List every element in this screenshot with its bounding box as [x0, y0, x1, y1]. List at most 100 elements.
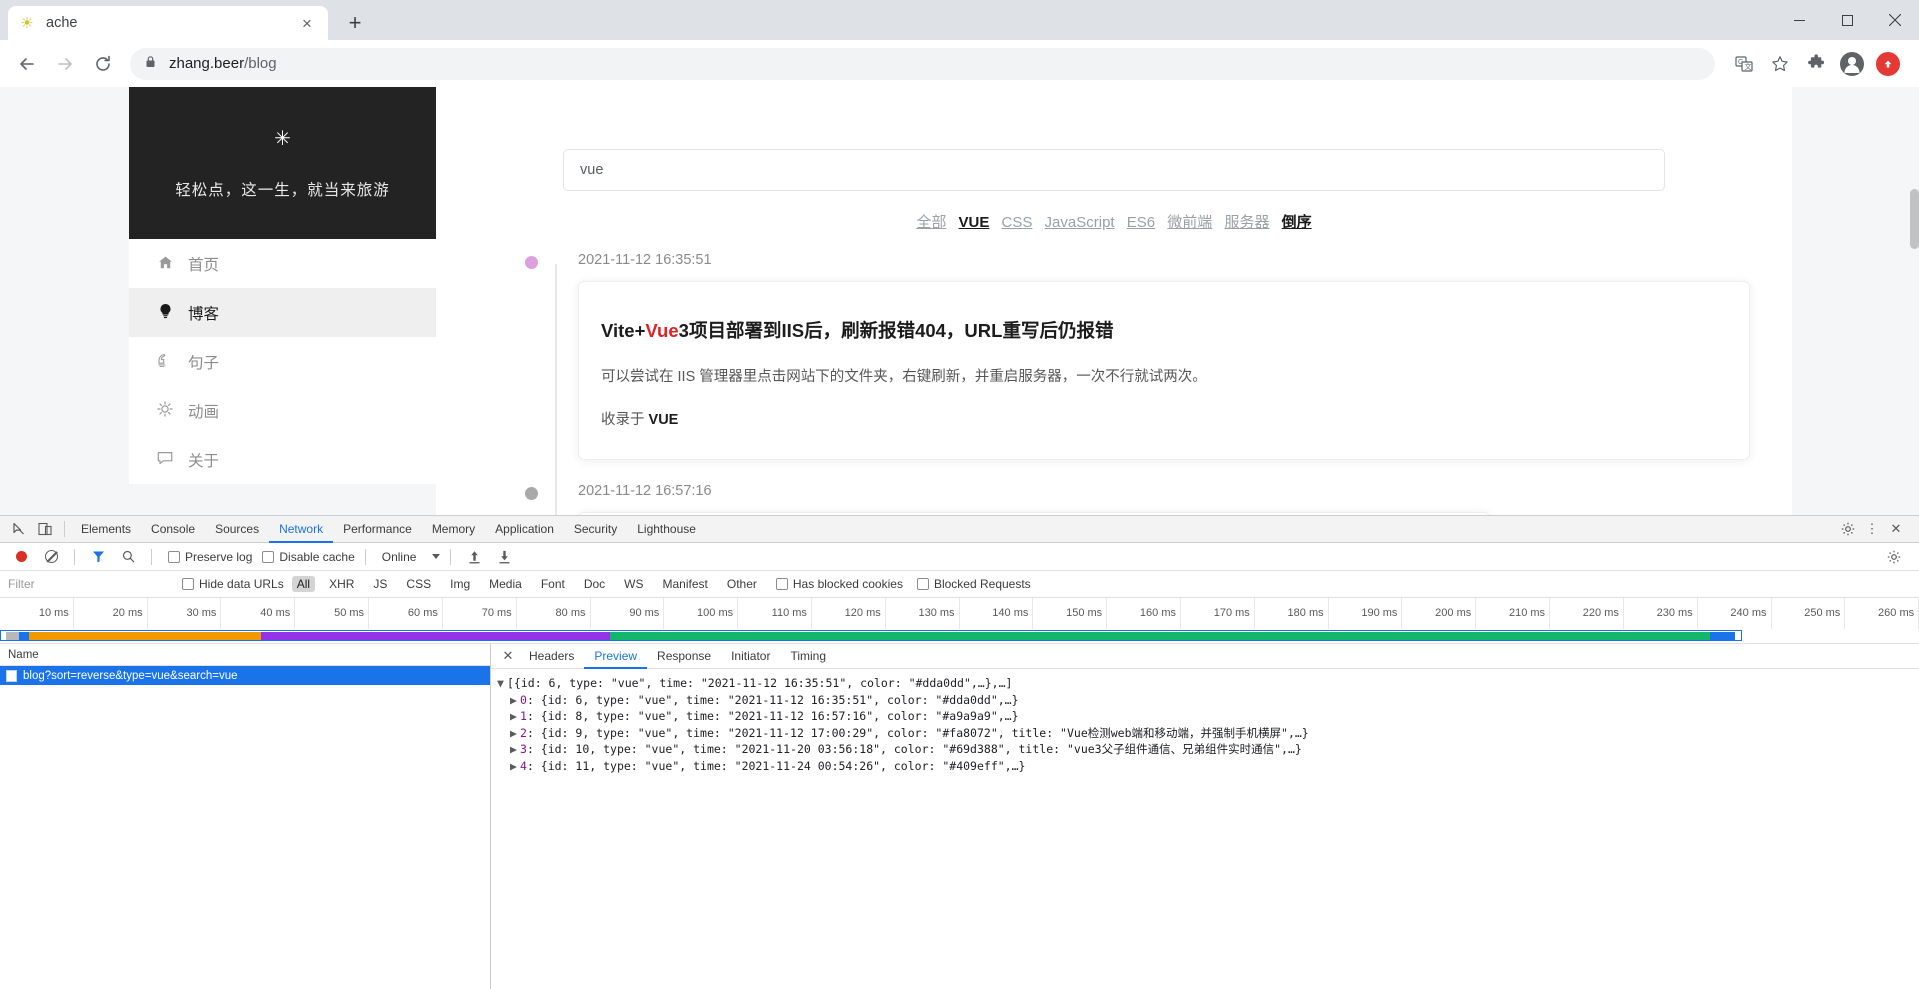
- type-filter-media[interactable]: Media: [484, 576, 527, 592]
- sidebar-item-blog[interactable]: 博客: [129, 288, 436, 337]
- devtools-tab-lighthouse[interactable]: Lighthouse: [627, 516, 706, 543]
- hide-data-urls-checkbox[interactable]: Hide data URLs: [182, 577, 284, 591]
- network-settings-gear-icon[interactable]: [1883, 546, 1905, 568]
- devtools-tab-network[interactable]: Network: [269, 516, 333, 543]
- has-blocked-cookies-checkbox[interactable]: Has blocked cookies: [776, 577, 903, 591]
- expand-triangle-icon[interactable]: ▼: [497, 675, 507, 692]
- type-filter-xhr[interactable]: XHR: [324, 576, 359, 592]
- type-filter-manifest[interactable]: Manifest: [658, 576, 713, 592]
- detail-tab-response[interactable]: Response: [647, 644, 721, 669]
- json-row[interactable]: ▶0: {id: 6, type: "vue", time: "2021-11-…: [497, 692, 1919, 709]
- new-tab-button[interactable]: +: [338, 8, 372, 38]
- type-filter-js[interactable]: JS: [368, 576, 392, 592]
- search-section: vue 全部 VUE CSS JavaScript ES6 微前端 服务器 倒序: [436, 87, 1792, 232]
- post-category-tag[interactable]: VUE: [649, 412, 679, 428]
- devtools-tab-elements[interactable]: Elements: [71, 516, 141, 543]
- sidebar-item-animation[interactable]: 动画: [129, 386, 436, 435]
- page-scrollbar-thumb[interactable]: [1910, 189, 1919, 249]
- sidebar-item-sentences[interactable]: 句子: [129, 337, 436, 386]
- preserve-log-checkbox[interactable]: Preserve log: [168, 550, 252, 564]
- filter-tab-es6[interactable]: ES6: [1127, 214, 1155, 231]
- expand-triangle-icon[interactable]: ▶: [510, 708, 520, 725]
- detail-tab-preview[interactable]: Preview: [584, 644, 647, 669]
- sidebar-item-home[interactable]: 首页: [129, 239, 436, 288]
- extensions-puzzle-icon[interactable]: [1799, 47, 1833, 81]
- reload-icon[interactable]: [86, 47, 120, 81]
- detail-close-icon[interactable]: ✕: [497, 644, 519, 669]
- type-filter-all[interactable]: All: [292, 576, 315, 592]
- window-close-icon[interactable]: [1871, 0, 1919, 40]
- type-filter-img[interactable]: Img: [445, 576, 475, 592]
- expand-triangle-icon[interactable]: ▶: [510, 758, 520, 775]
- back-icon[interactable]: [10, 47, 44, 81]
- timeline-tick: 240 ms: [1698, 598, 1772, 629]
- search-icon[interactable]: [115, 545, 141, 569]
- detail-tab-headers[interactable]: Headers: [519, 644, 584, 669]
- clear-button[interactable]: [38, 545, 64, 569]
- forward-icon[interactable]: [48, 47, 82, 81]
- filter-tab-vue[interactable]: VUE: [959, 214, 990, 231]
- json-row[interactable]: ▶3: {id: 10, type: "vue", time: "2021-11…: [497, 741, 1919, 758]
- export-har-icon[interactable]: [491, 545, 517, 569]
- address-bar[interactable]: zhang.beer/blog: [130, 48, 1715, 80]
- waterfall-segment-request-sent: [261, 632, 610, 640]
- filter-tab-microfrontend[interactable]: 微前端: [1167, 214, 1212, 231]
- browser-update-icon[interactable]: [1871, 47, 1905, 81]
- tab-close-icon[interactable]: ×: [296, 15, 318, 32]
- search-input[interactable]: vue: [563, 149, 1665, 191]
- detail-tab-timing[interactable]: Timing: [780, 644, 836, 669]
- expand-triangle-icon[interactable]: ▶: [510, 692, 520, 709]
- type-filter-font[interactable]: Font: [536, 576, 570, 592]
- bookmark-star-icon[interactable]: [1763, 47, 1797, 81]
- type-filter-css[interactable]: CSS: [401, 576, 436, 592]
- expand-triangle-icon[interactable]: ▶: [510, 741, 520, 758]
- timeline-tick: 40 ms: [221, 598, 295, 629]
- json-row[interactable]: ▶2: {id: 9, type: "vue", time: "2021-11-…: [497, 725, 1919, 742]
- filter-tab-javascript[interactable]: JavaScript: [1045, 214, 1115, 231]
- devtools-tab-security[interactable]: Security: [564, 516, 627, 543]
- devtools-tab-console[interactable]: Console: [141, 516, 205, 543]
- blocked-requests-checkbox[interactable]: Blocked Requests: [917, 577, 1031, 591]
- filter-tab-all[interactable]: 全部: [916, 214, 946, 231]
- expand-triangle-icon[interactable]: ▶: [510, 725, 520, 742]
- sidebar-item-about[interactable]: 关于: [129, 435, 436, 484]
- browser-tab[interactable]: ☀ ache ×: [8, 6, 328, 40]
- json-row[interactable]: ▶4: {id: 11, type: "vue", time: "2021-11…: [497, 758, 1919, 775]
- checkbox-box: [262, 551, 274, 563]
- disable-cache-checkbox[interactable]: Disable cache: [262, 550, 354, 564]
- post-card[interactable]: [578, 512, 1490, 515]
- translate-icon[interactable]: G文: [1727, 47, 1761, 81]
- throttle-select[interactable]: Online: [382, 550, 441, 564]
- devtools-close-icon[interactable]: ✕: [1885, 518, 1907, 540]
- type-filter-doc[interactable]: Doc: [579, 576, 610, 592]
- more-vertical-icon[interactable]: ⋮: [1861, 518, 1883, 540]
- table-row[interactable]: blog?sort=reverse&type=vue&search=vue: [0, 666, 490, 685]
- request-name: blog?sort=reverse&type=vue&search=vue: [23, 670, 237, 682]
- request-list-header[interactable]: Name: [0, 644, 490, 666]
- filter-tab-reverse-order[interactable]: 倒序: [1282, 214, 1312, 231]
- network-timeline-overview[interactable]: 10 ms 20 ms 30 ms 40 ms 50 ms 60 ms 70 m…: [0, 598, 1919, 644]
- network-filter-input[interactable]: Filter: [8, 577, 168, 591]
- filter-tab-server[interactable]: 服务器: [1224, 214, 1269, 231]
- detail-tab-initiator[interactable]: Initiator: [721, 644, 780, 669]
- json-row[interactable]: ▼[{id: 6, type: "vue", time: "2021-11-12…: [497, 675, 1919, 692]
- json-row[interactable]: ▶1: {id: 8, type: "vue", time: "2021-11-…: [497, 708, 1919, 725]
- window-maximize-icon[interactable]: [1823, 0, 1871, 40]
- hide-data-urls-label: Hide data URLs: [199, 577, 284, 591]
- devtools-tab-performance[interactable]: Performance: [333, 516, 422, 543]
- devtools-tab-application[interactable]: Application: [485, 516, 564, 543]
- filter-tab-css[interactable]: CSS: [1002, 214, 1033, 231]
- type-filter-ws[interactable]: WS: [619, 576, 648, 592]
- record-button[interactable]: [8, 545, 34, 569]
- post-card[interactable]: Vite+Vue3项目部署到IIS后，刷新报错404，URL重写后仍报错 可以尝…: [578, 281, 1750, 460]
- import-har-icon[interactable]: [461, 545, 487, 569]
- window-minimize-icon[interactable]: [1775, 0, 1823, 40]
- filter-funnel-icon[interactable]: [85, 545, 111, 569]
- profile-avatar-icon[interactable]: [1835, 47, 1869, 81]
- device-toolbar-icon[interactable]: [32, 517, 58, 541]
- type-filter-other[interactable]: Other: [722, 576, 762, 592]
- devtools-tab-sources[interactable]: Sources: [205, 516, 269, 543]
- gear-icon[interactable]: [1837, 518, 1859, 540]
- inspect-element-icon[interactable]: [6, 517, 32, 541]
- devtools-tab-memory[interactable]: Memory: [422, 516, 485, 543]
